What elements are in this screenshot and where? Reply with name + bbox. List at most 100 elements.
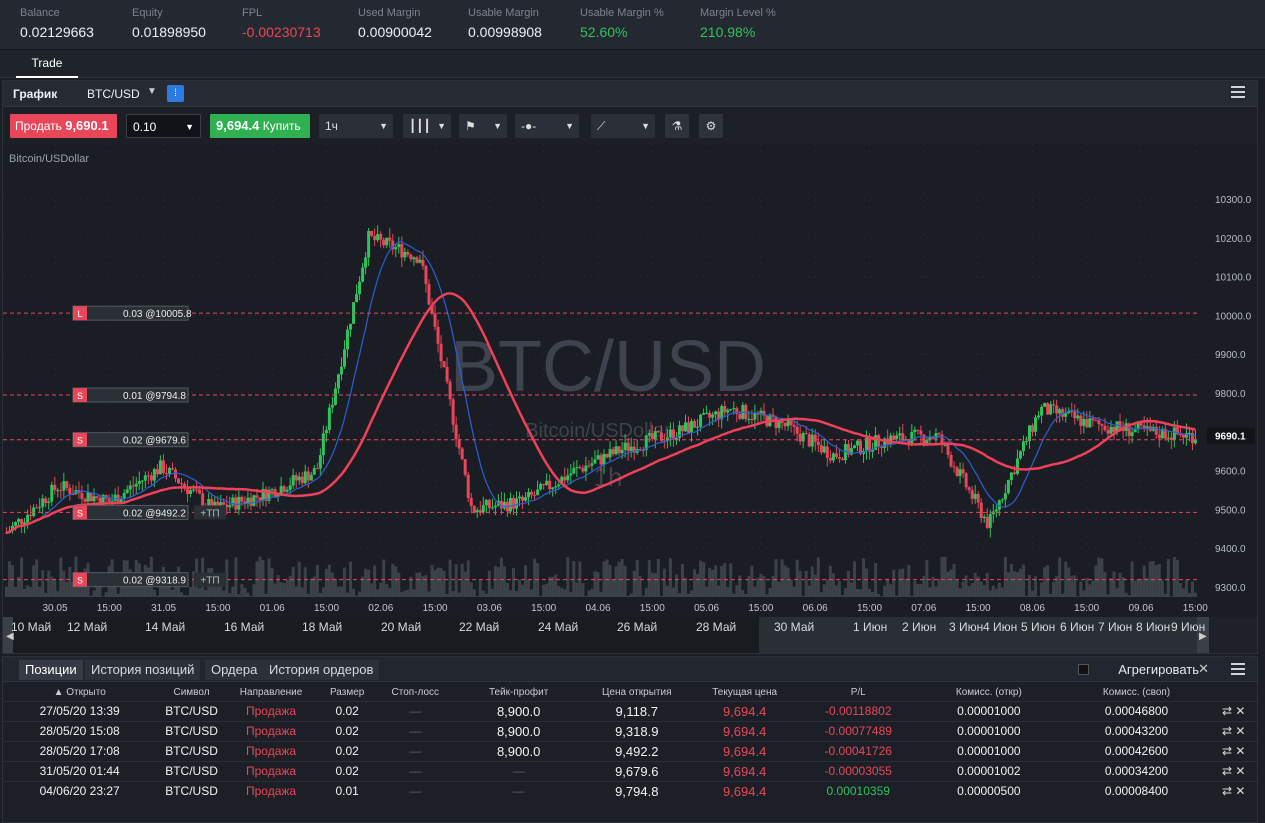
candle-body <box>53 484 57 491</box>
candle-body <box>545 480 549 485</box>
candle-body <box>472 505 476 513</box>
table-cell: -0.00041726 <box>801 740 916 761</box>
column-header[interactable]: Символ <box>156 684 226 701</box>
edit-position-icon[interactable]: ⇄ <box>1222 784 1235 798</box>
hamburger-menu-icon[interactable] <box>1231 86 1245 100</box>
column-header[interactable]: ▲ Открыто <box>3 684 156 701</box>
chart-navigator[interactable]: ◀ ▶ 10 Май 12 Май 14 Май 16 Май 18 Май 20 Май 22… <box>3 617 1257 653</box>
symbol-select[interactable]: BTC/USD <box>87 87 140 101</box>
hamburger-menu-icon[interactable] <box>1231 663 1245 677</box>
column-header[interactable]: Стоп-лосс <box>379 684 452 701</box>
column-header[interactable]: Размер <box>315 684 379 701</box>
candle-body <box>44 498 48 503</box>
sell-button[interactable]: Продать 9,690.1 <box>10 114 117 138</box>
quantity-select[interactable]: 0.10 ▼ <box>126 114 201 138</box>
candle-body <box>155 469 159 475</box>
navigator-tick-label: 24 Май <box>538 620 578 634</box>
table-row[interactable]: 28/05/20 15:08 BTC/USD Продажа 0.02—8,900.0… <box>3 720 1257 741</box>
table-cell: — <box>378 760 452 781</box>
indicator-select[interactable]: ⚑ ▼ <box>459 114 507 138</box>
candle-body <box>1178 434 1182 436</box>
crosshair-select[interactable]: -●- ▼ <box>515 114 579 138</box>
flask-icon[interactable]: ⚗ <box>665 114 689 138</box>
column-header[interactable]: Тейк-профит <box>452 684 586 701</box>
navigator-svg[interactable]: ◀ ▶10 Май 12 Май 14 Май 16 Май 18 Май 20 Май 22… <box>3 617 1257 653</box>
candle-body <box>958 469 962 476</box>
price-chart[interactable]: BTC/USD Bitcoin/USDollar 1h Bitcoin/USDolla… <box>3 144 1257 617</box>
candle-body <box>563 476 567 481</box>
chevron-down-icon: ▼ <box>493 121 502 131</box>
drawing-tool-select[interactable]: ⟋ ▼ <box>591 114 655 138</box>
table-cell: BTC/USD <box>156 780 227 801</box>
edit-position-icon[interactable]: ⇄ <box>1222 764 1235 778</box>
tab-trade[interactable]: Trade <box>16 50 78 78</box>
close-position-icon[interactable]: ✕ <box>1235 784 1245 798</box>
flag-icon: ⚑ <box>465 119 476 133</box>
chevron-down-icon[interactable]: ▼ <box>147 86 157 97</box>
column-header[interactable]: Комисс. (своп) <box>1063 684 1211 701</box>
column-header[interactable]: Цена открытия <box>586 684 688 701</box>
close-icon[interactable]: ✕ <box>1198 661 1209 677</box>
link-icon[interactable]: ⁞ <box>167 85 184 102</box>
chart-svg[interactable]: BTC/USDBitcoin/USDollar1hBitcoin/USDolla… <box>3 144 1257 617</box>
candle-body <box>1076 415 1080 419</box>
table-cell: 9,694.4 <box>687 700 802 721</box>
table-row[interactable]: 04/06/20 23:27 BTC/USD Продажа 0.01— —9,794.… <box>3 780 1257 801</box>
tab-positions[interactable]: Позиции <box>19 660 83 680</box>
candle-body <box>949 454 953 467</box>
aggregate-label[interactable]: Агрегировать <box>1118 662 1199 677</box>
stat-value: 0.01898950 <box>132 24 206 40</box>
table-cell: 9,694.4 <box>687 720 802 741</box>
table-row[interactable]: 27/05/20 13:39 BTC/USD Продажа 0.02—8,900.0… <box>3 700 1257 721</box>
timeframe-select[interactable]: 1ч ▼ <box>319 114 393 138</box>
column-header[interactable]: Направление <box>227 684 316 701</box>
candle-body <box>840 458 844 461</box>
column-header[interactable]: Текущая цена <box>688 684 802 701</box>
table-cell: Продажа <box>226 700 316 721</box>
candle-body <box>342 349 346 367</box>
close-position-icon[interactable]: ✕ <box>1235 724 1245 738</box>
table-cell: 0.02 <box>315 720 379 741</box>
tab-order-history[interactable]: История ордеров <box>263 660 380 680</box>
candle-body <box>596 455 600 460</box>
close-position-icon[interactable]: ✕ <box>1235 744 1245 758</box>
column-header[interactable]: Комисс. (откр) <box>915 684 1063 701</box>
candle-body <box>26 514 30 523</box>
x-tick-label: 03.06 <box>477 603 502 614</box>
candle-body <box>330 404 334 408</box>
candle-body <box>394 247 398 250</box>
candle-body <box>521 496 525 501</box>
navigator-tick-label: 26 Май <box>617 620 657 634</box>
aggregate-checkbox[interactable] <box>1078 664 1089 675</box>
x-tick-label: 15:00 <box>1074 603 1099 614</box>
candle-body <box>41 498 45 507</box>
gear-icon[interactable]: ⚙ <box>699 114 723 138</box>
chart-type-select[interactable]: ┃┃┃ ▼ <box>403 114 451 138</box>
candle-body <box>557 484 561 487</box>
tab-position-history[interactable]: История позиций <box>85 660 201 680</box>
navigator-tick-label: 14 Май <box>145 620 185 634</box>
navigator-tick-label: 3 Июн <box>949 620 983 634</box>
candle-body <box>753 412 757 420</box>
candle-body <box>469 498 473 506</box>
navigator-tick-label: 7 Июн <box>1098 620 1132 634</box>
candle-body <box>855 440 859 446</box>
column-header[interactable]: P/L <box>801 684 915 701</box>
candle-body <box>626 442 630 452</box>
candle-body <box>86 492 90 502</box>
buy-button[interactable]: 9,694.4 Купить <box>210 114 310 138</box>
candle-body <box>687 422 691 433</box>
table-cell: Продажа <box>226 740 316 761</box>
close-position-icon[interactable]: ✕ <box>1235 764 1245 778</box>
table-cell: Продажа <box>226 760 316 781</box>
edit-position-icon[interactable]: ⇄ <box>1222 744 1235 758</box>
candle-body <box>258 497 262 501</box>
tab-orders[interactable]: Ордера <box>205 660 264 680</box>
candle-body <box>131 485 135 487</box>
close-position-icon[interactable]: ✕ <box>1235 704 1245 718</box>
candle-body <box>1015 458 1019 474</box>
edit-position-icon[interactable]: ⇄ <box>1222 724 1235 738</box>
table-row[interactable]: 28/05/20 17:08 BTC/USD Продажа 0.02—8,900.0… <box>3 740 1257 761</box>
edit-position-icon[interactable]: ⇄ <box>1222 704 1235 718</box>
table-row[interactable]: 31/05/20 01:44 BTC/USD Продажа 0.02— —9,679.… <box>3 760 1257 781</box>
